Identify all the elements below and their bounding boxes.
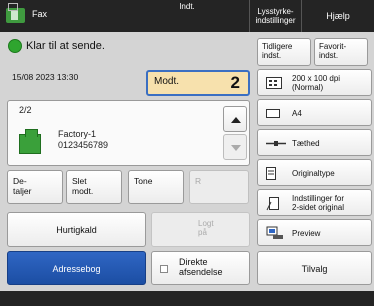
r-button[interactable]: R [189,170,249,204]
details-label-line2: taljer [13,186,32,196]
paper-size-icon [266,109,280,118]
tone-button[interactable]: Tone [128,170,184,204]
address-book-button[interactable]: Adressebog [7,251,146,285]
recipients-button[interactable]: Modt. 2 [146,70,250,96]
status-text: Klar til at sende. [26,40,105,52]
destination-panel[interactable] [7,100,250,166]
resolution-label-line1: 200 x 100 dpi [292,74,341,83]
address-book-label: Adressebog [52,264,101,274]
resolution-label-line2: (Normal) [292,83,324,92]
two-sided-label-line2: 2-sidet original [292,203,345,212]
direct-send-button[interactable]: Direkte afsendelse [151,251,250,285]
date-time: 15/08 2023 13:30 [12,72,79,82]
resolution-icon [266,77,282,89]
log-label-line1: Logt [198,219,214,228]
details-button[interactable]: De-taljer [7,170,63,204]
footer-text: Indt. [179,2,195,11]
brightness-label-line2: indstillinger [255,16,296,25]
destination-page-indicator: 2/2 [19,105,32,115]
destination-name: Factory-1 [58,129,97,139]
destination-number: 0123456789 [58,140,109,150]
options-button[interactable]: Tilvalg [257,251,372,285]
resolution-setting-button[interactable]: 200 x 100 dpi (Normal) [257,69,372,96]
recipients-label: Modt. [154,76,180,87]
favorite-label-line2: indst. [319,51,339,60]
two-sided-label-line1: Indstillinger for [292,194,345,203]
previous-label-line1: Tidligere [262,42,293,51]
recipients-count: 2 [230,73,240,92]
two-sided-icon [266,197,279,211]
tone-label: Tone [134,176,153,186]
scroll-down-button[interactable] [223,134,247,160]
delete-label-line1: Slet [72,176,87,186]
logged-in-button[interactable]: Logt på [151,212,250,247]
original-type-button[interactable]: Originaltype [257,159,372,186]
direct-label-line1: Direkte [179,257,208,267]
previous-settings-button[interactable]: Tidligere indst. [257,38,311,66]
r-label: R [195,176,202,186]
options-label: Tilvalg [301,264,328,274]
favorite-label-line1: Favorit- [319,42,347,51]
details-label-line1: De- [13,176,27,186]
arrow-down-icon [231,145,241,151]
footer-bar [0,291,374,306]
scroll-up-button[interactable] [223,106,247,132]
preview-label: Preview [292,229,321,238]
paper-size-label: A4 [292,109,302,118]
direct-send-checkbox-icon [160,265,168,273]
arrow-up-icon [231,117,241,123]
original-type-label: Originaltype [292,169,335,178]
favorite-settings-button[interactable]: Favorit-indst. [314,38,368,66]
density-label: Tæthed [292,139,320,148]
speed-dial-button[interactable]: Hurtigkald [7,212,146,247]
delete-label-line2: modt. [72,186,94,196]
density-icon [266,141,286,146]
fax-destination-icon [19,129,41,154]
log-label-line2: på [198,228,207,237]
paper-size-button[interactable]: A4 [257,99,372,126]
original-type-icon [266,167,276,180]
ready-status-icon [8,39,22,53]
two-sided-original-button[interactable]: Indstillinger for 2-sidet original [257,189,372,216]
preview-button[interactable]: Preview [257,219,372,246]
previous-label-line2: indst. [262,51,282,60]
speed-dial-label: Hurtigkald [56,225,97,235]
delete-recipient-button[interactable]: Slet modt. [66,170,122,204]
density-button[interactable]: Tæthed [257,129,372,156]
direct-label-line2: afsendelse [179,267,223,277]
preview-icon [266,226,283,239]
